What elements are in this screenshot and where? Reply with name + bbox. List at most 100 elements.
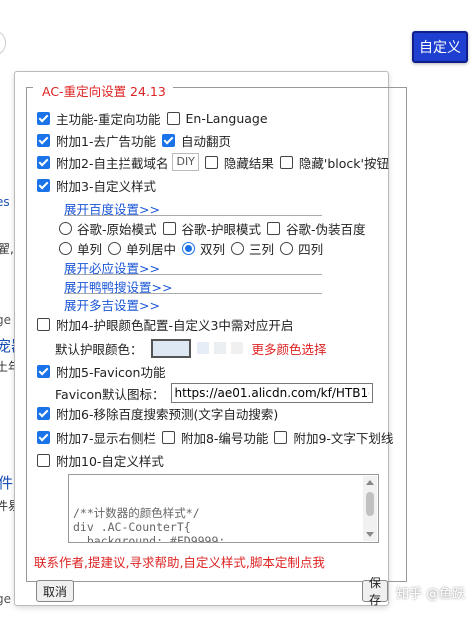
opt-label: 附加3-自定义样式 [56,178,156,194]
opt-right-sidebar[interactable]: 附加7-显示右侧栏 [37,428,156,447]
diy-button[interactable]: DIY [172,153,199,171]
custom-css-textarea[interactable]: /**计数器的颜色样式*/ div .AC-CounterT{ backgrou… [68,474,379,543]
expand-baidu-link[interactable]: 展开百度设置>> [64,199,322,217]
opt-label: 自动翻页 [180,133,231,149]
opt-label: 单列居中 [126,241,177,257]
radio-icon[interactable] [108,241,122,255]
color-swatch[interactable] [230,342,243,354]
opt-label: 谷歌-伪装百度 [286,221,366,237]
expand-dogedoge-link[interactable]: 展开多吉设置>> [64,295,322,313]
save-button[interactable]: 保存 [362,576,389,607]
row-eye-color: 默认护眼颜色： 更多颜色选择 [55,336,327,360]
checkbox-icon[interactable] [37,133,50,147]
checkbox-icon[interactable] [279,155,293,169]
more-colors-link[interactable]: 更多颜色选择 [252,339,327,358]
checkbox-icon[interactable] [37,453,50,467]
opt-label: 附加6-移除百度搜索预测(文字自动搜索) [56,406,279,422]
checkbox-icon[interactable] [267,221,281,235]
opt-underline[interactable]: 附加9-文字下划线 [274,428,393,447]
custom-settings-button[interactable]: 自定义 [412,31,468,63]
opt-label: 附加9-文字下划线 [293,430,394,446]
opt-auto-page[interactable]: 自动翻页 [161,131,231,150]
page-edge-decoration [0,30,6,56]
checkbox-icon[interactable] [37,364,50,378]
opt-label: 附加8-编号功能 [180,430,269,446]
opt-label: 附加1-去广告功能 [56,133,156,149]
opt-block-domain[interactable]: 附加2-自主拦截域名 [37,153,168,172]
opt-label: 谷歌-护眼模式 [181,221,262,237]
opt-label: 隐藏'block'按钮 [298,155,389,171]
settings-title: AC-重定向设置 24.13 [38,81,170,100]
radio-icon[interactable] [59,221,72,235]
opt-google-eye[interactable]: 谷歌-护眼模式 [162,219,262,238]
opt-custom-style[interactable]: 附加3-自定义样式 [37,176,156,195]
row-add6: 附加6-移除百度搜索预测(文字自动搜索) [37,403,284,423]
opt-label: 隐藏结果 [223,155,274,171]
opt-eye-color[interactable]: 附加4-护眼颜色配置-自定义3中需对应开启 [37,315,293,334]
expand-duckduckgo-link[interactable]: 展开鸭鸭搜设置>> [64,277,322,295]
opt-label: 附加7-显示右侧栏 [56,430,156,446]
row-add5: 附加5-Favicon功能 [37,361,171,381]
opt-redirect[interactable]: 主功能-重定向功能 [37,109,161,128]
opt-label: En-Language [185,110,268,126]
checkbox-icon[interactable] [37,317,50,331]
opt-label: 附加2-自主拦截域名 [56,155,169,171]
bg-text-6: 件 [0,474,14,492]
opt-favicon[interactable]: 附加5-Favicon功能 [37,362,165,381]
custom-css-text: /**计数器的颜色样式*/ div .AC-CounterT{ backgrou… [73,506,226,543]
checkbox-icon[interactable] [274,430,288,444]
opt-remove-prediction[interactable]: 附加6-移除百度搜索预测(文字自动搜索) [37,404,278,423]
opt-google-original[interactable]: 谷歌-原始模式 [59,219,157,238]
opt-double-col[interactable]: 双列 [182,239,225,258]
color-picker[interactable] [150,338,191,358]
expand-bing-link[interactable]: 展开必应设置>> [64,258,322,276]
radio-icon[interactable] [280,241,294,255]
opt-label: 主功能-重定向功能 [56,111,161,127]
opt-google-disguise[interactable]: 谷歌-伪装百度 [267,219,366,238]
opt-hide-results[interactable]: 隐藏结果 [204,153,274,172]
cancel-button[interactable]: 取消 [36,580,75,602]
opt-remove-ads[interactable]: 附加1-去广告功能 [37,131,156,150]
opt-label: 三列 [249,241,275,257]
checkbox-icon[interactable] [161,430,175,444]
favicon-label: Favicon默认图标： [55,386,165,402]
opt-custom-style-10[interactable]: 附加10-自定义样式 [37,451,164,470]
opt-hide-block-button[interactable]: 隐藏'block'按钮 [279,153,389,172]
row-add2: 附加2-自主拦截域名 DIY 隐藏结果 隐藏'block'按钮 [37,152,395,172]
checkbox-icon[interactable] [37,155,50,169]
opt-en-language[interactable]: En-Language [166,110,268,126]
opt-label: 附加10-自定义样式 [56,453,164,469]
checkbox-icon[interactable] [204,155,218,169]
color-swatch[interactable] [196,342,209,354]
scroll-down-icon[interactable] [366,532,374,537]
radio-icon[interactable] [182,241,196,255]
radio-icon[interactable] [59,241,72,255]
opt-label: 单列 [77,241,103,257]
style-row-1: 谷歌-原始模式 谷歌-护眼模式 谷歌-伪装百度 [59,218,372,238]
checkbox-icon[interactable] [161,133,175,147]
checkbox-icon[interactable] [37,430,50,444]
opt-single-col[interactable]: 单列 [59,239,102,258]
scroll-up-icon[interactable] [366,480,374,485]
checkbox-icon[interactable] [37,178,50,192]
bg-text-3: ge [0,313,11,327]
row-add4: 附加4-护眼颜色配置-自定义3中需对应开启 [37,314,299,334]
opt-single-center[interactable]: 单列居中 [108,239,176,258]
scroll-thumb[interactable] [366,492,374,516]
row-add3: 附加3-自定义样式 [37,175,162,195]
checkbox-icon[interactable] [166,111,180,125]
opt-label: 附加4-护眼颜色配置-自定义3中需对应开启 [56,317,294,333]
favicon-url-input[interactable] [170,383,373,403]
radio-icon[interactable] [231,241,245,255]
style-row-2: 单列 单列居中 双列 三列 四列 [59,238,329,258]
contact-author-link[interactable]: 联系作者,提建议,寻求帮助,自定义样式,脚本定制点我 [34,552,325,571]
opt-numbering[interactable]: 附加8-编号功能 [161,428,269,447]
row-add1: 附加1-去广告功能 自动翻页 [37,130,237,150]
opt-triple-col[interactable]: 三列 [231,239,274,258]
checkbox-icon[interactable] [37,406,50,420]
scrollbar[interactable] [363,476,377,541]
checkbox-icon[interactable] [162,221,176,235]
color-swatch[interactable] [213,342,226,354]
checkbox-icon[interactable] [37,111,50,125]
opt-quad-col[interactable]: 四列 [280,239,323,258]
